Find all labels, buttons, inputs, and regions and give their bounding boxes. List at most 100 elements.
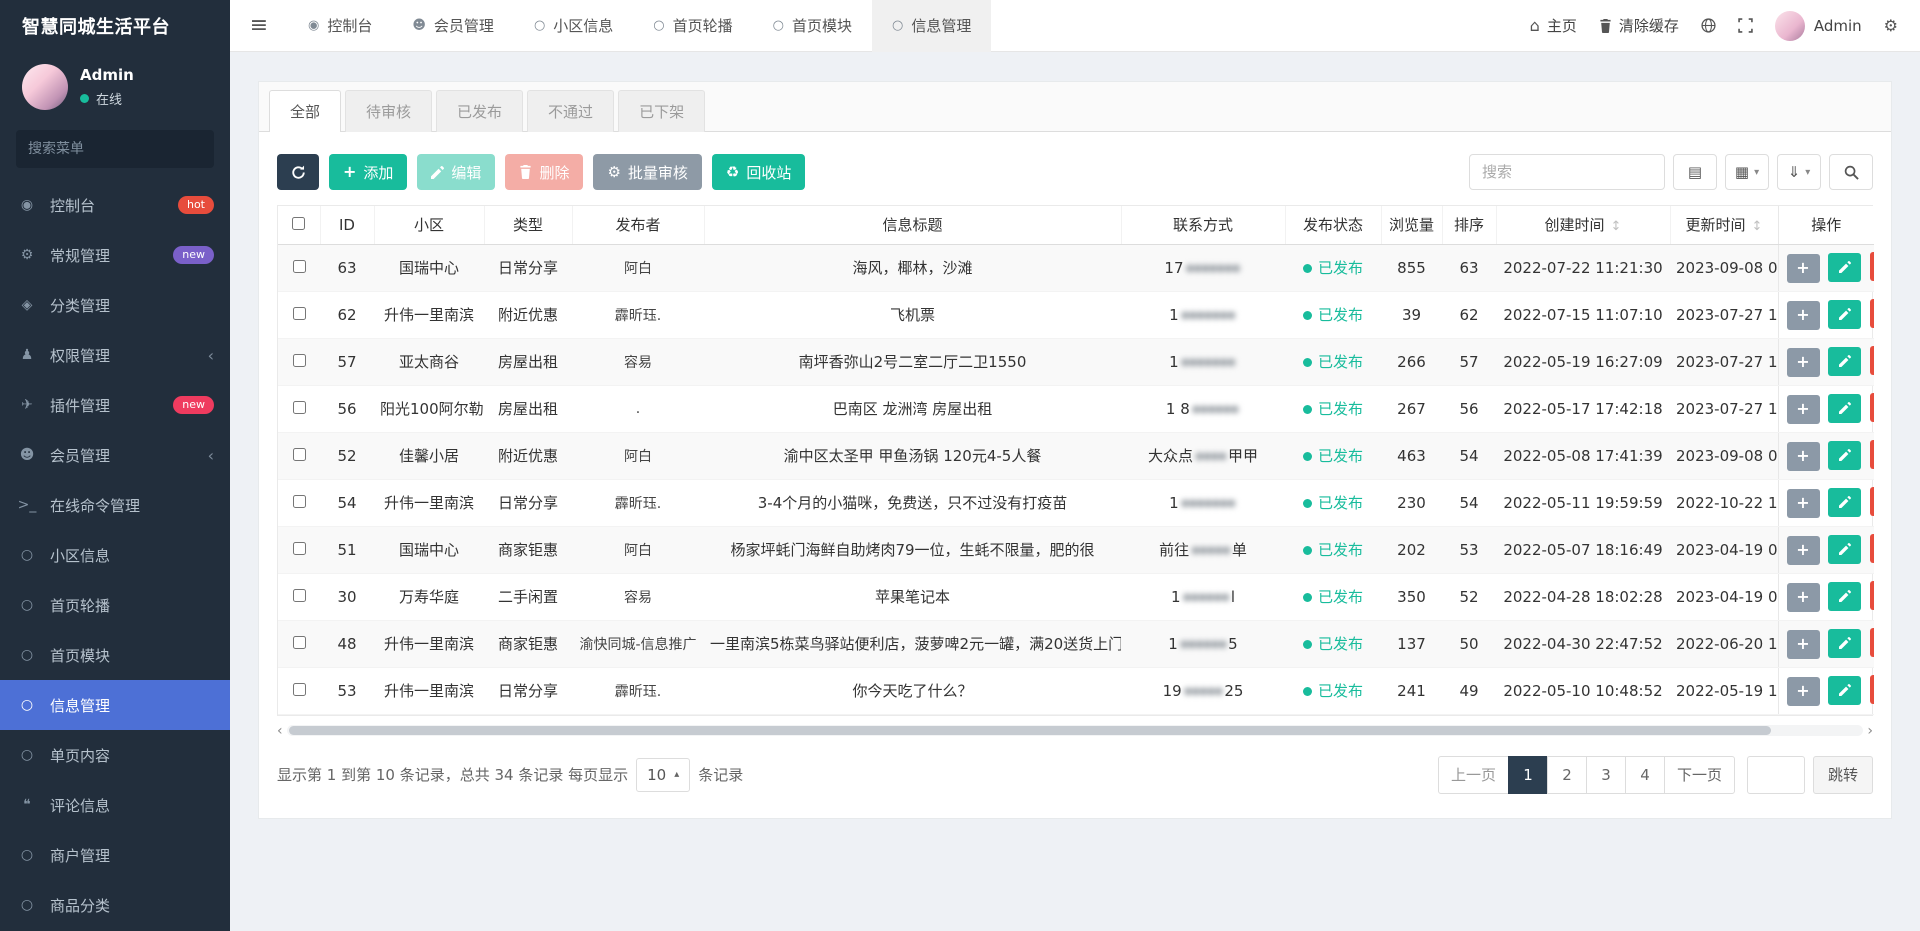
row-checkbox[interactable] — [293, 354, 306, 367]
sidebar-item-merchant-management[interactable]: ○ 商户管理 — [0, 830, 230, 880]
edit-row-button[interactable] — [1828, 629, 1861, 658]
sidebar-item-info-management[interactable]: ○ 信息管理 — [0, 680, 230, 730]
row-checkbox[interactable] — [293, 495, 306, 508]
sidebar-toggle-button[interactable]: ≡ — [230, 0, 288, 52]
search-submit-button[interactable] — [1829, 154, 1873, 190]
fullscreen-button[interactable] — [1738, 18, 1753, 33]
delete-row-button[interactable] — [1870, 628, 1874, 657]
row-checkbox[interactable] — [293, 401, 306, 414]
add-button[interactable]: + 添加 — [329, 154, 407, 190]
sidebar-item-comment-info[interactable]: ❝ 评论信息 — [0, 780, 230, 830]
jump-page-input[interactable] — [1747, 756, 1805, 794]
edit-row-button[interactable] — [1828, 394, 1861, 423]
edit-row-button[interactable] — [1828, 535, 1861, 564]
sidebar-item-console[interactable]: ◉ 控制台 hot — [0, 180, 230, 230]
topnav-tab-home-module[interactable]: ○ 首页模块 — [753, 0, 872, 52]
sort-icon[interactable]: ↕ — [1611, 219, 1622, 234]
row-checkbox[interactable] — [293, 636, 306, 649]
sidebar-item-category-management[interactable]: ◈ 分类管理 — [0, 280, 230, 330]
expand-row-button[interactable]: + — [1787, 536, 1820, 565]
toggle-view-button[interactable]: ▤ — [1673, 154, 1717, 190]
expand-row-button[interactable]: + — [1787, 677, 1820, 706]
sidebar-item-online-command[interactable]: >_ 在线命令管理 — [0, 480, 230, 530]
delete-row-button[interactable] — [1870, 393, 1874, 422]
filter-tab-pending[interactable]: 待审核 — [345, 90, 432, 132]
edit-row-button[interactable] — [1828, 347, 1861, 376]
language-button[interactable] — [1701, 18, 1716, 33]
delete-row-button[interactable] — [1870, 440, 1874, 469]
expand-row-button[interactable]: + — [1787, 630, 1820, 659]
sidebar-item-goods-category[interactable]: ○ 商品分类 — [0, 880, 230, 930]
page-button-1[interactable]: 1 — [1508, 756, 1548, 794]
edit-row-button[interactable] — [1828, 441, 1861, 470]
scroll-left-icon[interactable]: ‹ — [277, 724, 283, 738]
column-header-updated[interactable]: 更新时间↕ — [1670, 206, 1778, 244]
delete-row-button[interactable] — [1870, 487, 1874, 516]
batch-audit-button[interactable]: ⚙ 批量审核 — [593, 154, 701, 190]
delete-row-button[interactable] — [1870, 252, 1874, 281]
edit-row-button[interactable] — [1828, 582, 1861, 611]
sort-icon[interactable]: ↕ — [1752, 219, 1763, 234]
expand-row-button[interactable]: + — [1787, 442, 1820, 471]
sidebar-item-member-management[interactable]: ☻ 会员管理 ‹ — [0, 430, 230, 480]
topnav-tab-community-info[interactable]: ○ 小区信息 — [514, 0, 633, 52]
scroll-right-icon[interactable]: › — [1867, 724, 1873, 738]
prev-page-button[interactable]: 上一页 — [1438, 756, 1509, 794]
delete-button[interactable]: 删除 — [505, 154, 583, 190]
sidebar-item-community-info[interactable]: ○ 小区信息 — [0, 530, 230, 580]
sidebar-item-general-management[interactable]: ⚙ 常规管理 new — [0, 230, 230, 280]
sidebar-item-permission-management[interactable]: ♟ 权限管理 ‹ — [0, 330, 230, 380]
edit-row-button[interactable] — [1828, 488, 1861, 517]
delete-row-button[interactable] — [1870, 675, 1874, 704]
filter-tab-rejected[interactable]: 不通过 — [527, 90, 614, 132]
filter-tab-removed[interactable]: 已下架 — [618, 90, 705, 132]
row-checkbox[interactable] — [293, 589, 306, 602]
sidebar-item-single-page[interactable]: ○ 单页内容 — [0, 730, 230, 780]
row-checkbox[interactable] — [293, 448, 306, 461]
next-page-button[interactable]: 下一页 — [1664, 756, 1735, 794]
home-link[interactable]: ⌂ 主页 — [1530, 15, 1577, 36]
user-menu[interactable]: Admin — [1775, 11, 1862, 41]
scrollbar-thumb[interactable] — [289, 726, 1771, 735]
topnav-tab-info-management[interactable]: ○ 信息管理 — [872, 0, 991, 52]
select-all-checkbox[interactable] — [292, 217, 305, 230]
edit-row-button[interactable] — [1828, 253, 1861, 282]
sidebar-item-plugin-management[interactable]: ✈ 插件管理 new — [0, 380, 230, 430]
sidebar-search-input[interactable] — [28, 141, 202, 157]
topnav-tab-member-management[interactable]: ☻ 会员管理 — [392, 0, 514, 52]
page-button-4[interactable]: 4 — [1625, 756, 1665, 794]
table-search-input[interactable] — [1469, 154, 1665, 190]
filter-tab-all[interactable]: 全部 — [269, 90, 341, 132]
sidebar-item-home-carousel[interactable]: ○ 首页轮播 — [0, 580, 230, 630]
refresh-button[interactable] — [277, 154, 319, 190]
delete-row-button[interactable] — [1870, 299, 1874, 328]
expand-row-button[interactable]: + — [1787, 583, 1820, 612]
page-button-2[interactable]: 2 — [1547, 756, 1587, 794]
delete-row-button[interactable] — [1870, 581, 1874, 610]
settings-button[interactable]: ⚙ — [1884, 18, 1898, 34]
edit-row-button[interactable] — [1828, 300, 1861, 329]
edit-row-button[interactable] — [1828, 676, 1861, 705]
row-checkbox[interactable] — [293, 683, 306, 696]
scrollbar-track[interactable] — [287, 725, 1864, 736]
expand-row-button[interactable]: + — [1787, 254, 1820, 283]
row-checkbox[interactable] — [293, 542, 306, 555]
clear-cache-link[interactable]: 清除缓存 — [1599, 15, 1679, 36]
delete-row-button[interactable] — [1870, 534, 1874, 563]
jump-button[interactable]: 跳转 — [1813, 756, 1873, 794]
page-button-3[interactable]: 3 — [1586, 756, 1626, 794]
topnav-tab-home-carousel[interactable]: ○ 首页轮播 — [633, 0, 752, 52]
expand-row-button[interactable]: + — [1787, 348, 1820, 377]
topnav-tab-console[interactable]: ◉ 控制台 — [288, 0, 392, 52]
expand-row-button[interactable]: + — [1787, 395, 1820, 424]
expand-row-button[interactable]: + — [1787, 489, 1820, 518]
row-checkbox[interactable] — [293, 307, 306, 320]
recycle-button[interactable]: ♻ 回收站 — [712, 154, 805, 190]
column-header-created[interactable]: 创建时间↕ — [1496, 206, 1670, 244]
expand-row-button[interactable]: + — [1787, 301, 1820, 330]
row-checkbox[interactable] — [293, 260, 306, 273]
edit-button[interactable]: 编辑 — [417, 154, 495, 190]
page-size-select[interactable]: 10 ▴ — [636, 758, 690, 792]
sidebar-item-home-module[interactable]: ○ 首页模块 — [0, 630, 230, 680]
user-avatar[interactable] — [22, 64, 68, 110]
